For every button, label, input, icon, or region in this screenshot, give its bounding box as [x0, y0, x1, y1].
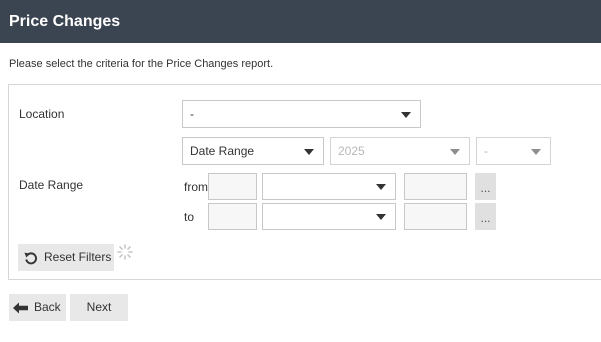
next-label: Next — [86, 300, 112, 314]
to-month-select[interactable] — [262, 203, 396, 230]
year-select-value: 2025 — [338, 144, 365, 158]
from-date-picker-button[interactable]: ... — [475, 173, 496, 200]
chevron-down-icon — [401, 112, 411, 118]
to-year-input[interactable] — [404, 203, 467, 230]
chevron-down-icon — [450, 149, 460, 155]
to-label: to — [184, 210, 195, 224]
year-select[interactable]: 2025 — [330, 137, 470, 165]
date-range-mode-select[interactable]: Date Range — [182, 137, 324, 165]
page-header: Price Changes — [0, 0, 601, 43]
from-year-input[interactable] — [404, 173, 467, 200]
reset-icon — [24, 252, 38, 265]
location-label: Location — [19, 107, 65, 121]
chevron-down-icon — [531, 149, 541, 155]
loading-spinner-icon — [117, 244, 133, 260]
chevron-down-icon — [376, 214, 386, 220]
arrow-left-icon — [13, 302, 28, 314]
reset-filters-label: Reset Filters — [44, 250, 112, 264]
to-date-picker-button[interactable]: ... — [475, 203, 496, 230]
from-day-input[interactable] — [208, 173, 257, 200]
date-range-mode-value: Date Range — [190, 144, 255, 158]
page-title: Price Changes — [9, 13, 121, 30]
from-month-select[interactable] — [262, 173, 396, 200]
chevron-down-icon — [376, 184, 386, 190]
location-select-value: - — [190, 107, 194, 121]
back-label: Back — [34, 300, 61, 314]
next-button[interactable]: Next — [70, 294, 128, 321]
back-button[interactable]: Back — [9, 294, 66, 321]
date-range-label: Date Range — [19, 178, 84, 192]
location-select[interactable]: - — [182, 100, 421, 128]
to-day-input[interactable] — [208, 203, 257, 230]
chevron-down-icon — [304, 149, 314, 155]
intro-text: Please select the criteria for the Price… — [9, 58, 274, 70]
period-select[interactable]: - — [476, 137, 551, 165]
period-select-value: - — [484, 144, 488, 158]
from-label: from — [184, 180, 208, 194]
reset-filters-button[interactable]: Reset Filters — [18, 244, 114, 271]
